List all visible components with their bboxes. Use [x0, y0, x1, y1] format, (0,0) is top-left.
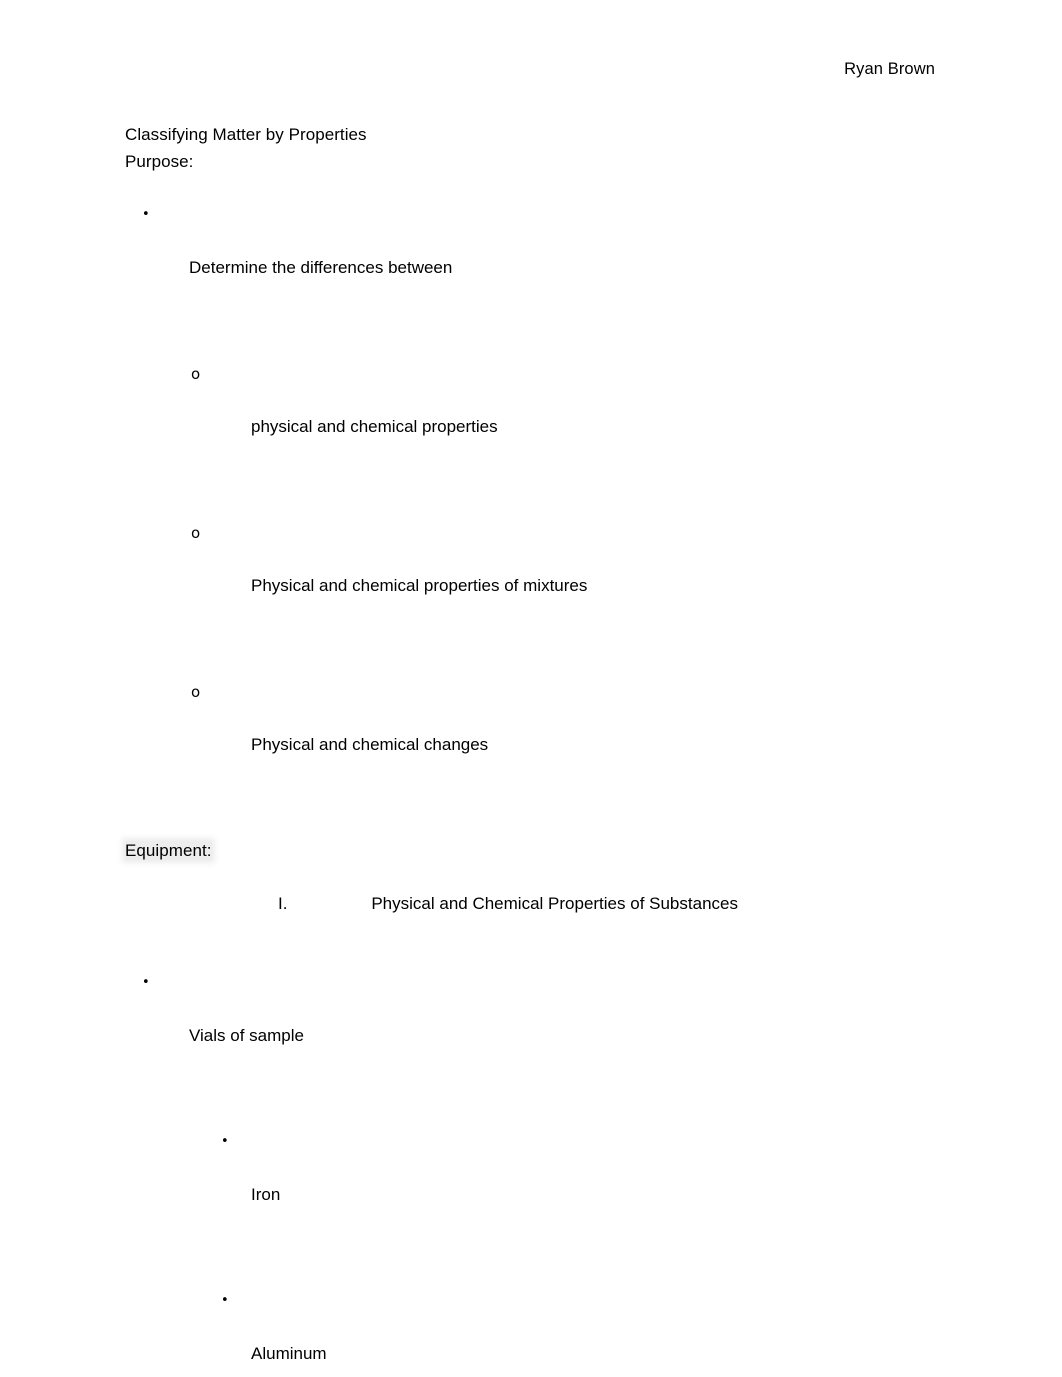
- purpose-label: Purpose:: [125, 151, 194, 171]
- bullet-icon: •: [142, 975, 150, 990]
- list-item-label: physical and chemical properties: [251, 416, 498, 436]
- document-body: Classifying Matter by Properties Purpose…: [125, 122, 1005, 1377]
- circle-bullet-icon: o: [191, 523, 201, 542]
- list-item-label: Determine the differences between: [189, 257, 453, 277]
- section-numeral: I.: [278, 893, 288, 913]
- document-title: Classifying Matter by Properties: [125, 125, 367, 144]
- circle-bullet-icon: o: [191, 364, 201, 383]
- bullet-icon: •: [142, 206, 150, 222]
- list-item-label: Physical and chemical properties of mixt…: [251, 575, 588, 595]
- section-heading-1: I. Physical and Chemical Properties of Su…: [125, 864, 1005, 944]
- circle-bullet-icon: o: [191, 682, 201, 701]
- list-item: o physical and chemical properties: [125, 334, 1005, 493]
- author-name: Ryan Brown: [844, 60, 935, 78]
- page-header: Ryan Brown: [0, 58, 935, 80]
- list-item-label: Aluminum: [251, 1344, 327, 1363]
- list-item-label: Iron: [251, 1185, 281, 1204]
- bullet-icon: •: [221, 1134, 229, 1149]
- list-item: o Physical and chemical changes: [125, 652, 1005, 811]
- document-page: Ryan Brown Classifying Matter by Propert…: [0, 0, 1062, 1377]
- list-item-label: Physical and chemical changes: [251, 734, 489, 754]
- list-item: • Vials of sample: [125, 944, 1005, 1103]
- equipment-label: Equipment:: [125, 840, 212, 860]
- equipment-label-row: Equipment:: [125, 838, 1005, 865]
- list-item-label: Vials of sample: [189, 1026, 304, 1045]
- list-item: o Physical and chemical properties of mi…: [125, 493, 1005, 652]
- list-item: • Iron: [125, 1103, 1005, 1262]
- section-heading-text: Physical and Chemical Properties of Subs…: [371, 893, 738, 913]
- bullet-icon: •: [221, 1293, 229, 1308]
- list-item: • Aluminum: [125, 1262, 1005, 1377]
- list-item: • Determine the differences between: [125, 175, 1005, 334]
